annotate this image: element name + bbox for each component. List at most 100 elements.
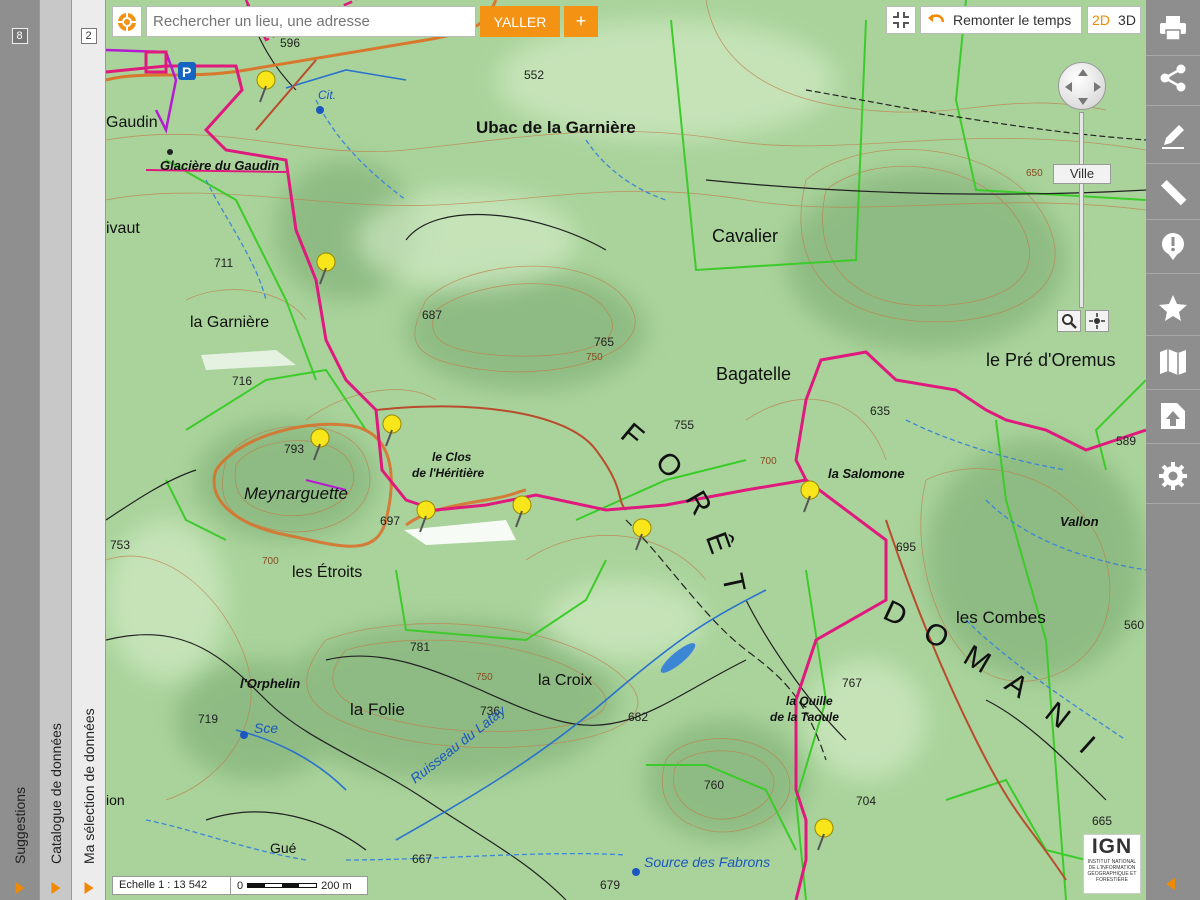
place-label: Cavalier [712, 226, 779, 246]
scale-ratio: Echelle 1 : 13 542 [113, 877, 231, 894]
center-map-button[interactable] [1085, 310, 1109, 332]
svg-text:P: P [182, 64, 191, 80]
search-options-button[interactable]: + [564, 6, 598, 37]
magnifier-icon [1062, 314, 1077, 329]
pan-control[interactable] [1058, 62, 1106, 110]
selection-count-badge: 2 [80, 28, 97, 44]
search-bar: YALLER + [112, 6, 598, 37]
expand-arrow-icon[interactable] [51, 882, 60, 894]
place-label: le Clos [432, 450, 472, 464]
pan-arrows-icon [1065, 69, 1101, 105]
altitude-label: 750 [476, 672, 493, 683]
time-travel-button[interactable]: Remonter le temps [920, 6, 1082, 34]
view-2d-button[interactable]: 2D [1092, 12, 1110, 28]
view-toggle: 2D 3D [1087, 6, 1141, 34]
altitude-label: 687 [422, 308, 443, 322]
altitude-label: 650 [1026, 168, 1043, 179]
altitude-label: 793 [284, 442, 305, 456]
zoom-slider[interactable] [1079, 112, 1084, 308]
place-label: Gaudin [106, 114, 158, 131]
scale-bar [247, 883, 318, 888]
suggestions-panel[interactable]: 8 Suggestions [0, 0, 40, 900]
search-input[interactable] [146, 6, 476, 37]
altitude-label: 711 [214, 256, 234, 270]
ruler-icon [1160, 179, 1187, 205]
water-label: Sce [254, 720, 279, 736]
altitude-label: 750 [586, 352, 603, 363]
logo-name: IGN [1091, 835, 1133, 858]
scale-end-label: 200 m [321, 879, 352, 892]
place-label: les Étroits [292, 564, 363, 581]
view-3d-button[interactable]: 3D [1118, 12, 1136, 28]
altitude-label: 560 [1124, 618, 1145, 632]
altitude-label: 700 [760, 456, 777, 467]
selection-panel[interactable]: 2 Ma sélection de données [72, 0, 106, 900]
altitude-label: 589 [1116, 434, 1137, 448]
collapse-icon [893, 12, 909, 28]
altitude-label: 667 [412, 852, 433, 866]
expand-arrow-icon[interactable] [84, 882, 93, 894]
search-go-button[interactable]: YALLER [480, 6, 560, 37]
altitude-label: 700 [262, 556, 279, 567]
place-label: ivaut [106, 220, 140, 237]
place-label: de l'Héritière [412, 466, 485, 480]
catalogue-panel[interactable]: Catalogue de données [40, 0, 72, 900]
place-label: les Combes [956, 608, 1046, 627]
altitude-label: 704 [856, 794, 877, 808]
map-scale: Echelle 1 : 13 542 0 200 m [112, 876, 368, 895]
zoom-box-button[interactable] [1057, 310, 1081, 332]
place-label: Ubac de la Garnière [476, 118, 636, 137]
report-button[interactable] [1146, 218, 1200, 274]
altitude-label: 635 [870, 404, 891, 418]
zoom-level-label[interactable]: Ville [1053, 164, 1111, 184]
geolocate-button[interactable] [112, 6, 142, 37]
draw-button[interactable] [1146, 108, 1200, 164]
altitude-label: 719 [198, 712, 219, 726]
import-button[interactable] [1146, 388, 1200, 444]
pencil-icon [1162, 124, 1184, 149]
altitude-label: 755 [674, 418, 695, 432]
place-label: Cit. [318, 88, 336, 102]
place-label: Glacière du Gaudin [160, 158, 280, 173]
gear-icon [1159, 461, 1187, 490]
share-icon [1160, 64, 1186, 91]
place-label: la Quille [786, 694, 833, 708]
place-label: la Garnière [190, 314, 270, 331]
water-label: Source des Fabrons [644, 854, 771, 870]
favorites-button[interactable] [1146, 280, 1200, 336]
scale-graphic: 0 200 m [231, 880, 352, 892]
place-label: le Pré d'Oremus [986, 350, 1116, 370]
altitude-label: 765 [594, 335, 615, 349]
right-toolbar [1146, 0, 1200, 900]
place-label: Vallon [1060, 514, 1099, 529]
time-travel-label: Remonter le temps [953, 12, 1072, 28]
altitude-label: 552 [524, 68, 545, 82]
upload-icon [1161, 402, 1185, 429]
ign-logo[interactable]: IGN INSTITUT NATIONAL DE L'INFORMATION G… [1083, 834, 1141, 894]
collapse-toolbar-arrow-icon[interactable] [1166, 878, 1175, 890]
altitude-label: 753 [110, 538, 131, 552]
alert-icon [1162, 232, 1184, 260]
expand-arrow-icon[interactable] [15, 882, 24, 894]
place-label: de la Taoule [770, 710, 839, 724]
place-label: Gué [270, 840, 297, 856]
measure-button[interactable] [1146, 164, 1200, 220]
star-icon [1159, 294, 1187, 321]
print-icon [1160, 15, 1186, 41]
altitude-label: 760 [704, 778, 725, 792]
undo-arrow-icon [928, 14, 945, 23]
fullscreen-button[interactable] [886, 6, 916, 34]
altitude-label: 781 [410, 640, 431, 654]
altitude-label: 679 [600, 878, 621, 892]
altitude-label: 596 [280, 36, 301, 50]
place-label: ion [106, 792, 125, 808]
share-button[interactable] [1146, 50, 1200, 106]
scale-start-label: 0 [237, 879, 244, 892]
altitude-label: 665 [1092, 814, 1113, 828]
logo-subtitle: INSTITUT NATIONAL DE L'INFORMATION GÉOGR… [1087, 859, 1137, 883]
map-canvas[interactable]: P 596 552 711 687 765 750 716 755 635 58… [106, 0, 1146, 900]
place-label: Bagatelle [716, 364, 792, 384]
maps-button[interactable] [1146, 334, 1200, 390]
settings-button[interactable] [1146, 448, 1200, 504]
print-button[interactable] [1146, 0, 1200, 56]
